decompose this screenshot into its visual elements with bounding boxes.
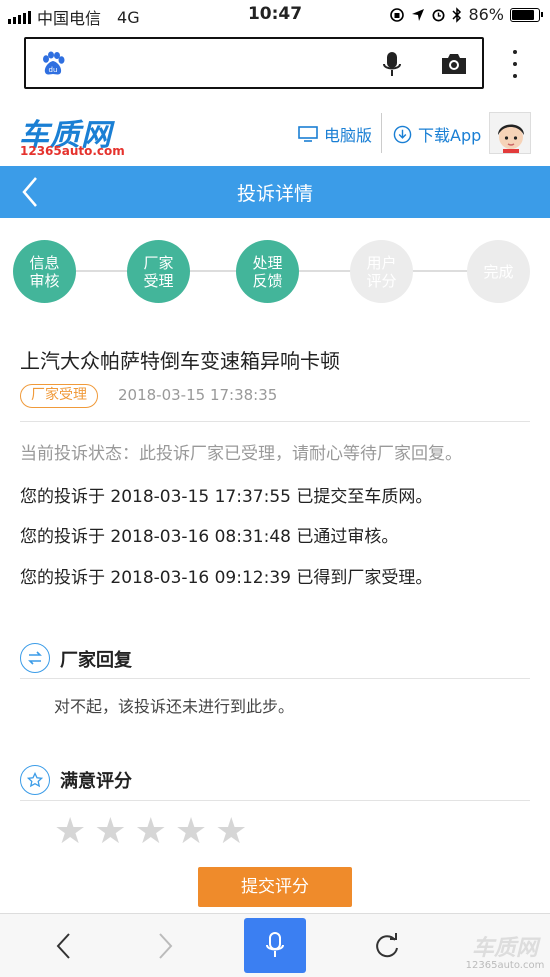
divider bbox=[20, 678, 530, 679]
submit-rating-button[interactable]: 提交评分 bbox=[198, 867, 352, 907]
microphone-icon bbox=[266, 931, 284, 957]
bluetooth-icon bbox=[452, 6, 462, 23]
more-vertical-icon[interactable] bbox=[508, 50, 522, 78]
log-entry-accepted: 您的投诉于 2018-03-16 09:12:39 已得到厂家受理。 bbox=[20, 568, 433, 588]
desktop-version-link[interactable]: 电脑版 bbox=[298, 122, 372, 146]
svg-text:du: du bbox=[49, 66, 58, 74]
microphone-icon[interactable] bbox=[382, 51, 402, 79]
star-icon[interactable]: ★ bbox=[94, 813, 126, 851]
reply-icon bbox=[20, 643, 50, 673]
site-header: 车质网 12365auto.com 电脑版 下载App bbox=[0, 100, 550, 162]
back-icon[interactable] bbox=[46, 928, 82, 964]
watermark: 车质网 12365auto.com bbox=[460, 930, 550, 975]
monitor-icon bbox=[298, 126, 318, 142]
step-processing-feedback: 处理反馈 bbox=[236, 240, 299, 303]
complaint-title: 上汽大众帕萨特倒车变速箱异响卡顿 bbox=[20, 349, 340, 373]
avatar[interactable] bbox=[489, 112, 531, 154]
step-user-rating: 用户评分 bbox=[350, 240, 413, 303]
download-app-link[interactable]: 下载App bbox=[393, 122, 481, 146]
step-manufacturer-accepted: 厂家受理 bbox=[127, 240, 190, 303]
download-icon bbox=[393, 125, 412, 143]
orientation-lock-icon bbox=[390, 7, 405, 22]
camera-icon[interactable] bbox=[440, 53, 468, 75]
browser-search-bar[interactable]: du bbox=[24, 37, 484, 89]
star-outline-icon bbox=[20, 765, 50, 795]
watermark-url: 12365auto.com bbox=[465, 960, 545, 971]
log-entry-reviewed: 您的投诉于 2018-03-16 08:31:48 已通过审核。 bbox=[20, 527, 399, 547]
complaint-time: 2018-03-15 17:38:35 bbox=[118, 386, 278, 404]
log-entry-submitted: 您的投诉于 2018-03-15 17:37:55 已提交至车质网。 bbox=[20, 487, 433, 507]
page-title: 投诉详情 bbox=[236, 183, 313, 205]
header-divider bbox=[381, 113, 382, 153]
alarm-icon bbox=[432, 9, 445, 22]
download-app-label: 下载App bbox=[418, 126, 482, 145]
star-icon[interactable]: ★ bbox=[175, 813, 207, 851]
battery-icon bbox=[510, 7, 543, 22]
current-status-text: 当前投诉状态：此投诉厂家已受理，请耐心等待厂家回复。 bbox=[20, 444, 462, 464]
forward-icon[interactable] bbox=[147, 928, 183, 964]
reply-text: 对不起，该投诉还未进行到此步。 bbox=[54, 697, 295, 716]
star-icon[interactable]: ★ bbox=[215, 813, 247, 851]
divider bbox=[20, 800, 530, 801]
step-info-review: 信息审核 bbox=[13, 240, 76, 303]
star-icon[interactable]: ★ bbox=[54, 813, 86, 851]
location-icon bbox=[412, 8, 425, 21]
reply-section-title: 厂家回复 bbox=[60, 650, 132, 671]
status-badge: 厂家受理 bbox=[20, 384, 98, 408]
refresh-icon[interactable] bbox=[369, 928, 405, 964]
star-icon[interactable]: ★ bbox=[135, 813, 167, 851]
battery-percent: 86% bbox=[468, 5, 504, 24]
watermark-logo: 车质网 bbox=[471, 936, 538, 961]
desktop-version-label: 电脑版 bbox=[324, 126, 373, 145]
status-bar: 中国电信 4G 10:47 86% bbox=[0, 0, 550, 30]
divider bbox=[20, 421, 530, 422]
site-logo-url: 12365auto.com bbox=[20, 144, 125, 158]
voice-search-button[interactable] bbox=[244, 918, 306, 973]
baidu-paw-icon[interactable]: du bbox=[40, 51, 66, 77]
title-bar: 投诉详情 bbox=[0, 166, 550, 218]
rating-section-title: 满意评分 bbox=[60, 771, 132, 792]
star-rating[interactable]: ★ ★ ★ ★ ★ bbox=[54, 813, 247, 851]
step-complete: 完成 bbox=[467, 240, 530, 303]
